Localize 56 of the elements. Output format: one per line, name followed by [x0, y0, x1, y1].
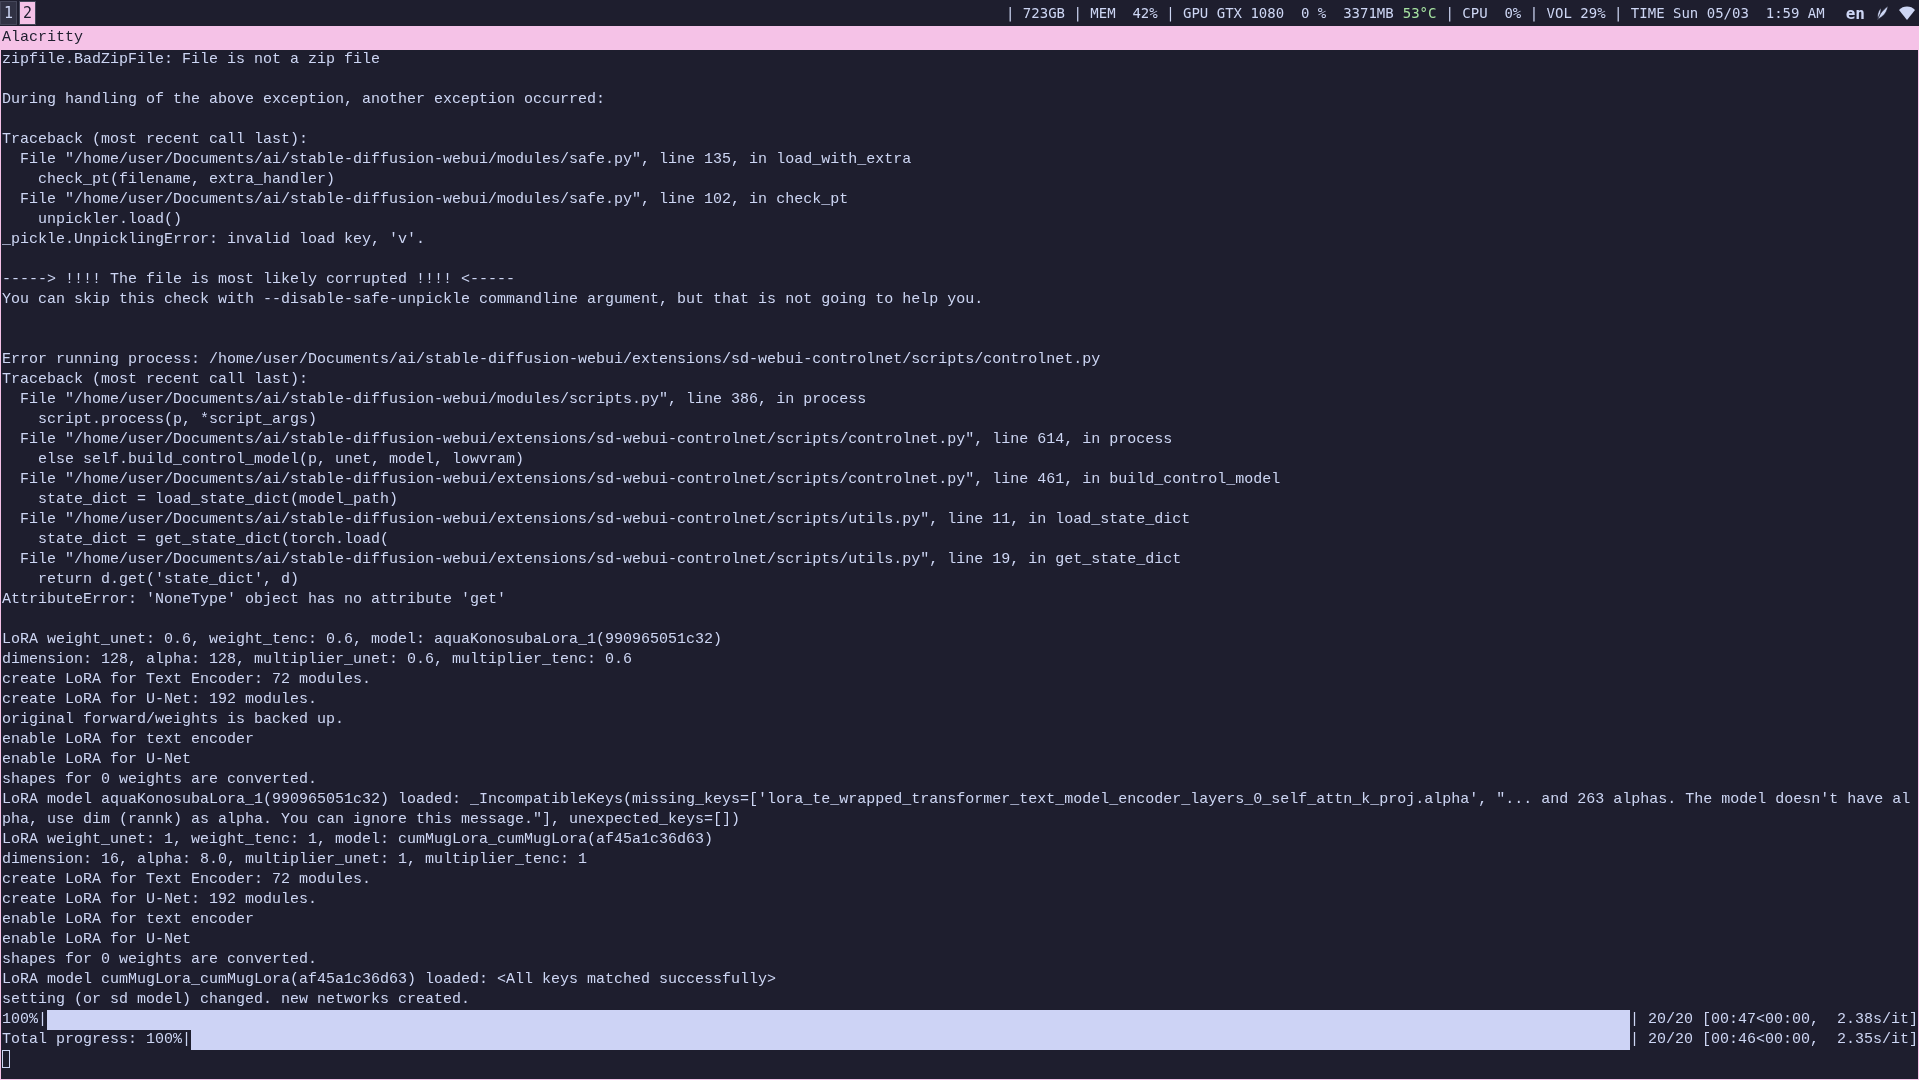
terminal-line: LoRA model aquaKonosubaLora_1(990965051c32) loaded: _IncompatibleKeys(missing_keys=['lora_te_wrapped_transformer_text_model_encoder_layers_0_self_attn_k_proj.alpha', "... and 263 alphas. The model doesn't have al — [2, 790, 1912, 810]
terminal-line: else self.build_control_model(p, unet, model, lowvram) — [37, 450, 526, 470]
terminal-line: File "/home/user/Documents/ai/stable-diffusion-webui/modules/safe.py", line 102, in check_pt — [19, 190, 850, 210]
terminal-line: state_dict = load_state_dict(model_path) — [37, 490, 400, 510]
terminal-line: create LoRA for Text Encoder: 72 modules. — [2, 670, 373, 690]
terminal-line: pha, use dim (rannk) as alpha. You can ignore this message."], unexpected_keys=[]) — [2, 810, 742, 830]
terminal-line: unpickler.load() — [37, 210, 184, 230]
terminal-line: LoRA weight_unet: 0.6, weight_tenc: 0.6, model: aquaKonosubaLora_1(990965051c32) — [2, 630, 724, 650]
terminal-line: state_dict = get_state_dict(torch.load( — [37, 530, 391, 550]
wifi-icon[interactable] — [1899, 5, 1915, 21]
terminal-line: You can skip this check with --disable-safe-unpickle commandline argument, but that is not going to help you. — [2, 290, 985, 310]
terminal-line: shapes for 0 weights are converted. — [2, 950, 319, 970]
terminal-line: LoRA weight_unet: 1, weight_tenc: 1, model: cumMugLora_cumMugLora(af45a1c36d63) — [2, 830, 715, 850]
terminal-line: File "/home/user/Documents/ai/stable-diffusion-webui/extensions/sd-webui-controlnet/scripts/controlnet.py", line 614, in process — [19, 430, 1174, 450]
terminal-line: dimension: 16, alpha: 8.0, multiplier_unet: 1, multiplier_tenc: 1 — [2, 850, 589, 870]
terminal-line: File "/home/user/Documents/ai/stable-diffusion-webui/extensions/sd-webui-controlnet/scripts/utils.py", line 19, in get_state_dict — [19, 550, 1183, 570]
terminal-line: File "/home/user/Documents/ai/stable-diffusion-webui/modules/safe.py", line 135, in load_with_extra — [19, 150, 913, 170]
terminal-line: _pickle.UnpicklingError: invalid load key, 'v'. — [2, 230, 427, 250]
terminal-line: -----> !!!! The file is most likely corrupted !!!! <----- — [2, 270, 517, 290]
terminal-line: File "/home/user/Documents/ai/stable-diffusion-webui/extensions/sd-webui-controlnet/scripts/controlnet.py", line 461, in build_control_model — [19, 470, 1282, 490]
cursor — [2, 1050, 10, 1068]
terminal-line: enable LoRA for U-Net — [2, 750, 193, 770]
terminal-line: LoRA model cumMugLora_cumMugLora(af45a1c36d63) loaded: <All keys matched successfully> — [2, 970, 778, 990]
terminal-line: create LoRA for U-Net: 192 modules. — [2, 890, 319, 910]
terminal-line: dimension: 128, alpha: 128, multiplier_unet: 0.6, multiplier_tenc: 0.6 — [2, 650, 634, 670]
progress-label: 100%| — [2, 1010, 47, 1030]
terminal-line: File "/home/user/Documents/ai/stable-diffusion-webui/extensions/sd-webui-controlnet/scripts/utils.py", line 11, in load_state_dict — [19, 510, 1192, 530]
terminal-line: AttributeError: 'NoneType' object has no attribute 'get' — [2, 590, 508, 610]
terminal-line: Traceback (most recent call last): — [2, 370, 310, 390]
terminal-line: Error running process: /home/user/Documents/ai/stable-diffusion-webui/extensions/sd-webui-controlnet/scripts/controlnet.py — [2, 350, 1102, 370]
terminal-line: shapes for 0 weights are converted. — [2, 770, 319, 790]
window-title: Alacritty — [0, 26, 1919, 50]
terminal-line: Traceback (most recent call last): — [2, 130, 310, 150]
terminal-line: script.process(p, *script_args) — [37, 410, 319, 430]
terminal-line: File "/home/user/Documents/ai/stable-diffusion-webui/modules/scripts.py", line 386, in process — [19, 390, 868, 410]
terminal-line: check_pt(filename, extra_handler) — [37, 170, 337, 190]
workspace-button[interactable]: 2 — [19, 1, 37, 25]
terminal-line: During handling of the above exception, another exception occurred: — [2, 90, 607, 110]
terminal-line: enable LoRA for text encoder — [2, 910, 256, 930]
status-text: | CPU 0% | VOL 29% | TIME Sun 05/03 1:59 AM — [1445, 5, 1825, 21]
terminal-line: enable LoRA for text encoder — [2, 730, 256, 750]
progress-stats: | 20/20 [00:46<00:00, 2.35s/it] — [1630, 1030, 1918, 1050]
workspace-button[interactable]: 1 — [0, 1, 18, 25]
feather-icon[interactable] — [1874, 5, 1890, 21]
terminal-line: original forward/weights is backed up. — [2, 710, 346, 730]
terminal-line: create LoRA for Text Encoder: 72 modules. — [2, 870, 373, 890]
keyboard-layout[interactable]: en — [1845, 3, 1865, 23]
terminal-line: create LoRA for U-Net: 192 modules. — [2, 690, 319, 710]
progress-stats: | 20/20 [00:47<00:00, 2.38s/it] — [1630, 1010, 1918, 1030]
progress-label: Total progress: 100%| — [2, 1030, 192, 1050]
status-text: 53°C — [1402, 5, 1437, 21]
terminal-line: return d.get('state_dict', d) — [37, 570, 301, 590]
terminal-line: zipfile.BadZipFile: File is not a zip file — [2, 50, 382, 70]
terminal-line: enable LoRA for U-Net — [2, 930, 193, 950]
status-text: | 723GB | MEM 42% | GPU GTX 1080 0 % 3371MB — [1006, 5, 1394, 21]
terminal-line: setting (or sd model) changed. new networks created. — [2, 990, 472, 1010]
